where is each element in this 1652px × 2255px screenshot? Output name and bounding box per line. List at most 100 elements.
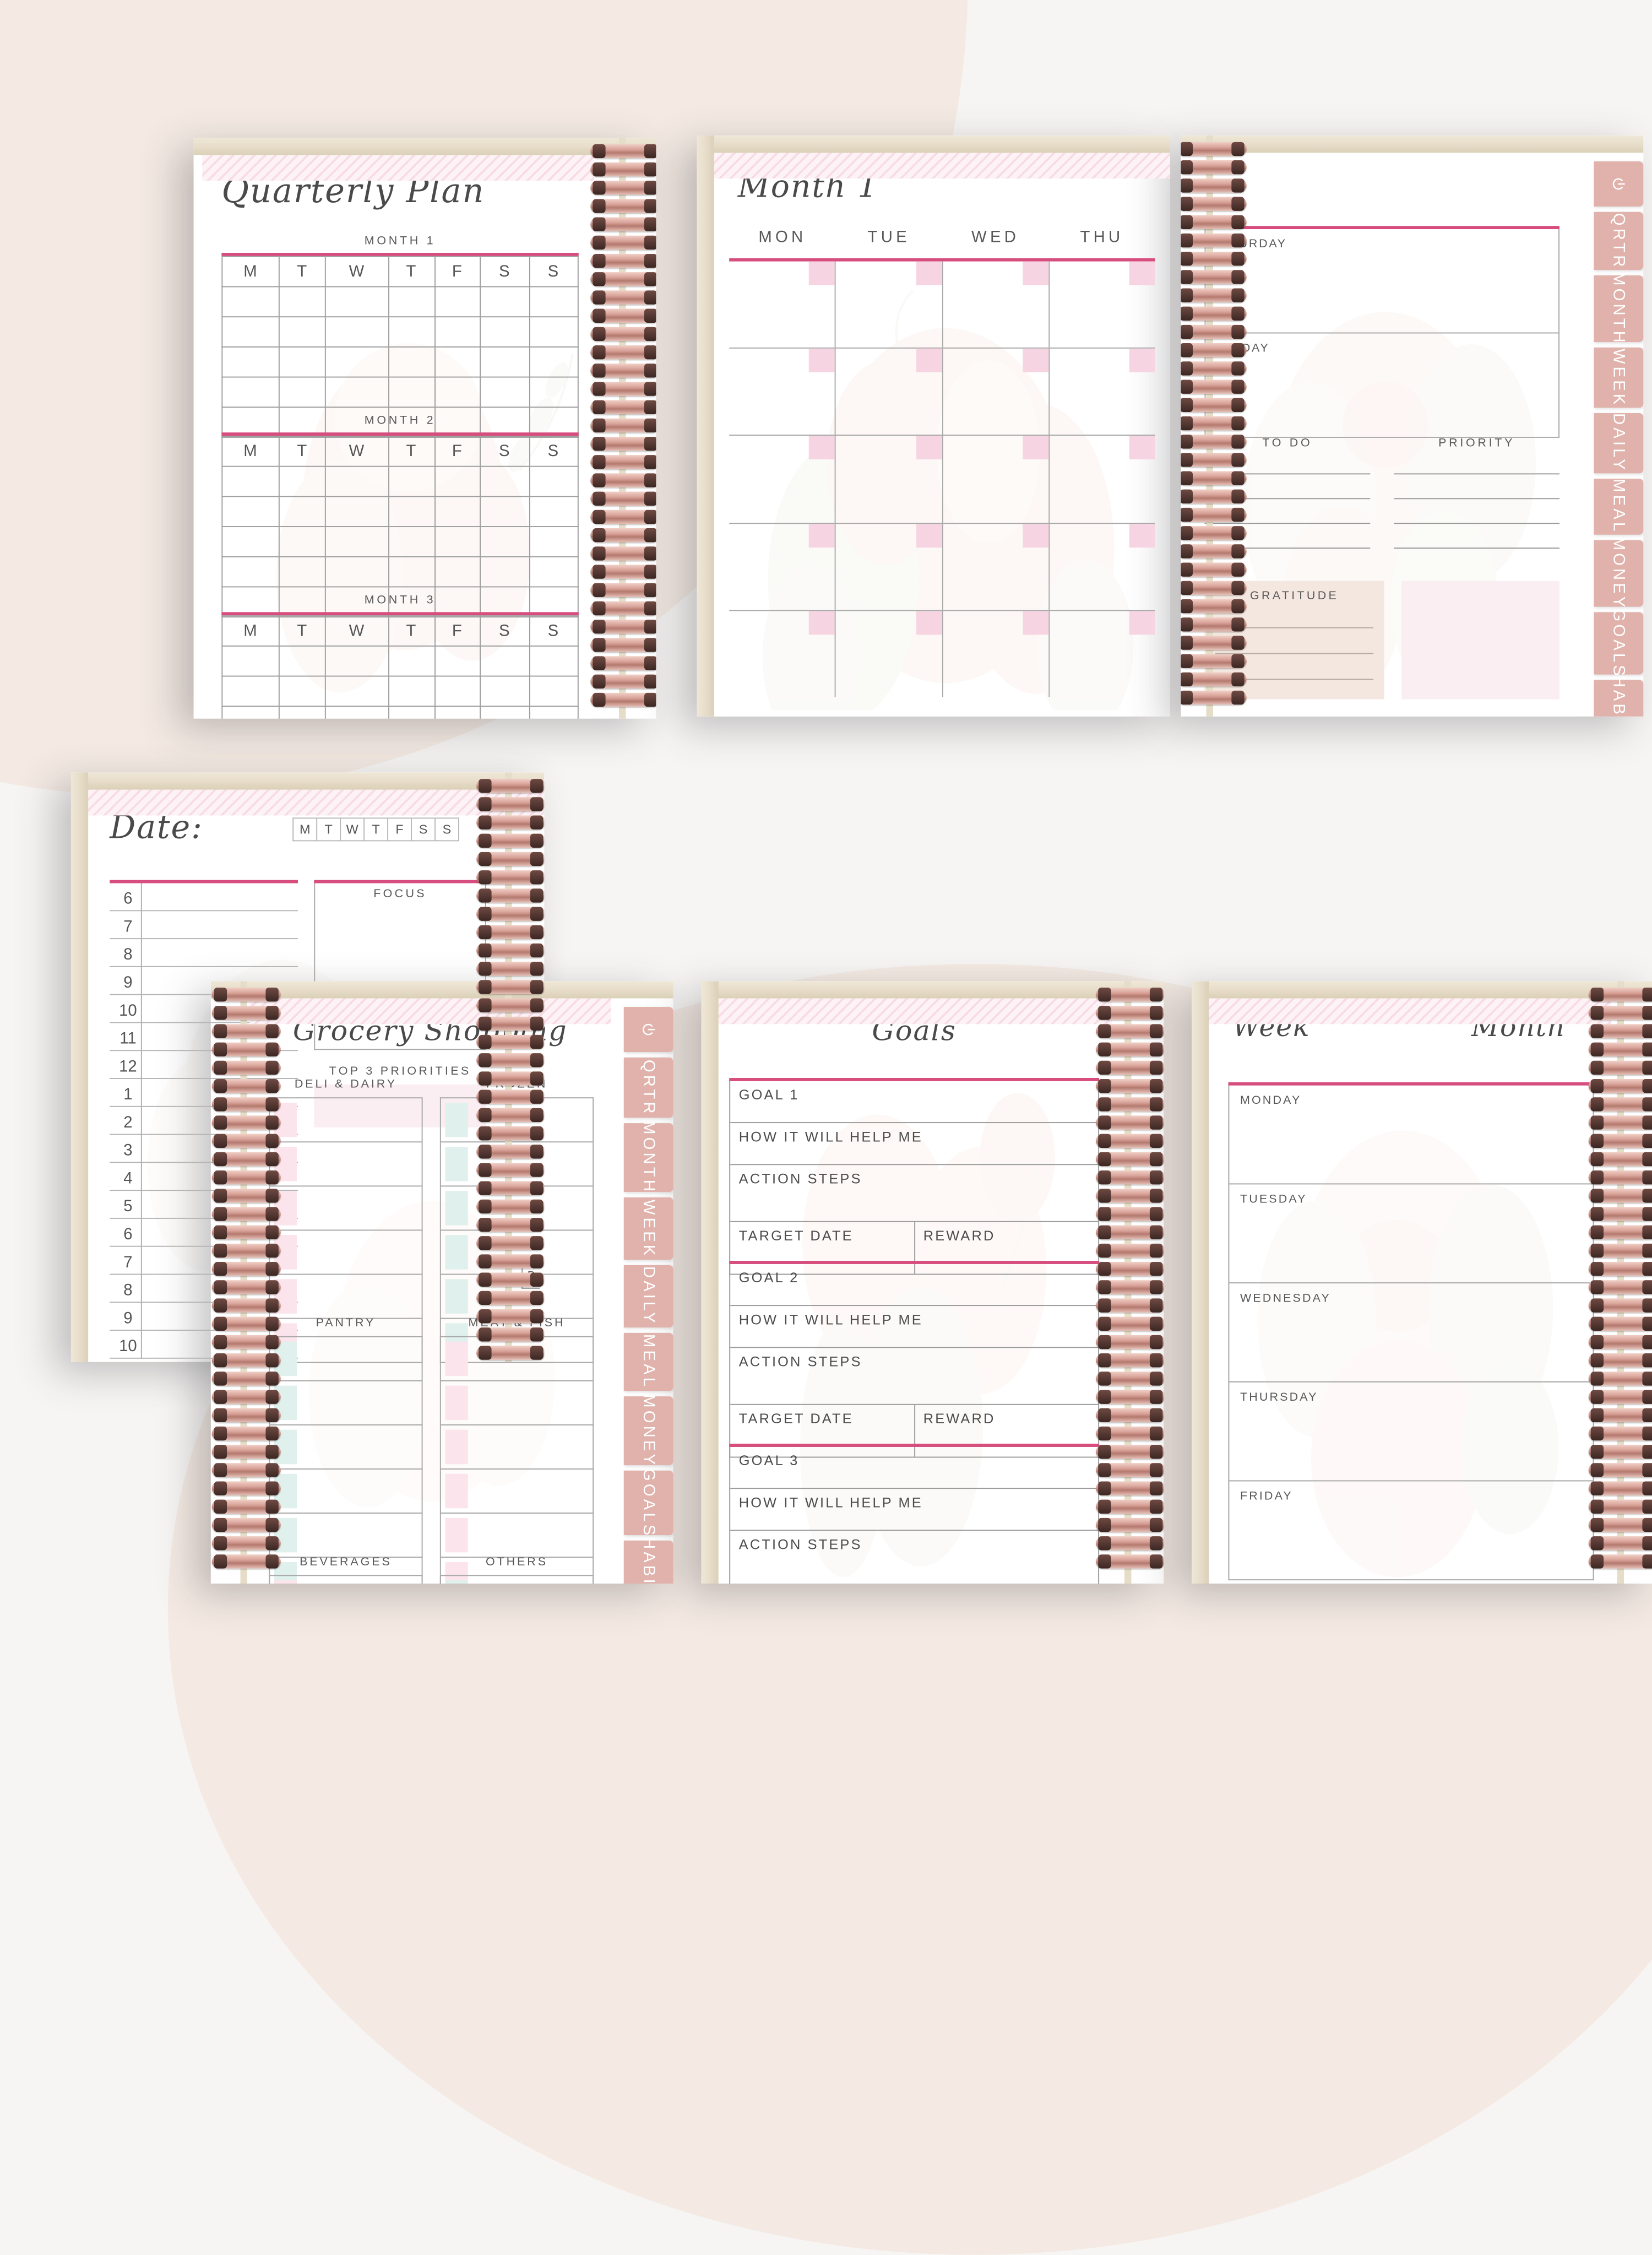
sidebar-item-habits[interactable]: HABITS (623, 1537, 673, 1584)
calendar-cell[interactable] (729, 523, 836, 610)
sidebar-item-qrtr[interactable]: QRTR (623, 1057, 673, 1118)
page-week-month[interactable]: Week Month MONDAY TUESDAY WEDNESDAY THUR… (1192, 981, 1652, 1584)
sidebar-item-daily[interactable]: DAILY (623, 1265, 673, 1328)
grocery-item-row[interactable] (269, 1425, 423, 1470)
grocery-item-row[interactable] (439, 1469, 594, 1514)
page-quarterly-plan[interactable]: Quarterly Plan MONTH 1 M T W T F S S MON… (193, 138, 656, 719)
grocery-item-row[interactable] (269, 1142, 423, 1187)
calendar-week-row[interactable] (729, 523, 1155, 611)
table-row[interactable] (221, 526, 579, 557)
grocery-section-beverages[interactable]: BEVERAGES (269, 1555, 423, 1584)
calendar-cell[interactable] (1050, 349, 1155, 435)
goal-1-help-field[interactable]: HOW IT WILL HELP ME (730, 1123, 1099, 1166)
month-2-grid[interactable]: M T W T F S S (221, 436, 579, 618)
table-row[interactable] (221, 376, 579, 408)
goal-3-action-field[interactable]: ACTION STEPS (730, 1531, 1098, 1584)
table-row[interactable] (221, 496, 579, 528)
grocery-item-row[interactable] (269, 1575, 423, 1584)
weekday-box-m[interactable]: M (292, 817, 317, 842)
weekday-box-s1[interactable]: S (411, 817, 435, 842)
grocery-item-row[interactable] (269, 1275, 423, 1319)
goal-block-3[interactable]: GOAL 3 HOW IT WILL HELP ME ACTION STEPS … (729, 1446, 1100, 1584)
grocery-item-row[interactable] (439, 1575, 594, 1584)
calendar-cell[interactable] (729, 261, 836, 348)
calendar-cell[interactable] (729, 611, 836, 697)
calendar-cell[interactable] (1050, 436, 1155, 523)
calendar-cell[interactable] (729, 349, 836, 435)
goal-3-title-field[interactable]: GOAL 3 (730, 1447, 1099, 1489)
goal-2-title-field[interactable]: GOAL 2 (730, 1264, 1099, 1307)
calendar-cell[interactable] (943, 436, 1050, 523)
grocery-item-row[interactable] (439, 1425, 594, 1470)
grocery-item-row[interactable] (439, 1514, 594, 1558)
sidebar-item-month[interactable]: MONTH (1594, 272, 1644, 345)
month-1-grid[interactable]: M T W T F S S (221, 256, 579, 438)
sidebar-item-habits[interactable]: HABITS (1594, 676, 1644, 717)
calendar-week-row[interactable] (729, 349, 1155, 436)
calendar-cell[interactable] (1050, 523, 1155, 610)
month-3-grid[interactable]: M T W T F S S (221, 615, 579, 719)
sidebar-item-week[interactable]: WEEK (1594, 347, 1644, 408)
sidebar-item-daily[interactable]: DAILY (1594, 413, 1644, 474)
sidebar-item-month[interactable]: MONTH (623, 1121, 673, 1194)
weekday-box-f[interactable]: F (387, 817, 411, 842)
page-month-calendar[interactable]: Month 1 MON TUE WED THU (697, 135, 1170, 717)
page-weekend-todo[interactable]: SATURDAY SUNDAY TO DO PRIORITY (1181, 135, 1644, 717)
grocery-section-others[interactable]: OTHERS (439, 1555, 594, 1584)
sidebar-item-money[interactable]: MONEY (623, 1394, 673, 1467)
goal-block-2[interactable]: GOAL 2 HOW IT WILL HELP ME ACTION STEPS … (729, 1264, 1100, 1458)
priority-section[interactable]: PRIORITY (1394, 437, 1560, 549)
sidebar-item-money[interactable]: MONEY (1594, 537, 1644, 610)
power-icon[interactable] (623, 1007, 673, 1053)
goal-2-help-field[interactable]: HOW IT WILL HELP ME (730, 1306, 1099, 1348)
grocery-item-row[interactable] (269, 1097, 423, 1143)
goal-block-1[interactable]: GOAL 1 HOW IT WILL HELP ME ACTION STEPS … (729, 1081, 1100, 1275)
calendar-cell[interactable] (836, 436, 943, 523)
table-row[interactable] (221, 556, 579, 588)
calendar-week-row[interactable] (729, 261, 1155, 349)
goal-1-title-field[interactable]: GOAL 1 (730, 1081, 1099, 1124)
grocery-item-row[interactable] (269, 1336, 423, 1381)
week-day-friday[interactable]: FRIDAY (1228, 1481, 1594, 1581)
table-row[interactable] (221, 286, 579, 318)
calendar-cell[interactable] (943, 261, 1050, 348)
calendar-cell[interactable] (729, 436, 836, 523)
index-tab-strip[interactable]: QRTR MONTH WEEK DAILY MEAL MONEY GOALS H… (623, 1007, 673, 1584)
week-day-tuesday[interactable]: TUESDAY (1228, 1184, 1594, 1284)
grocery-item-row[interactable] (269, 1381, 423, 1425)
hour-row[interactable]: 6 (110, 883, 298, 912)
calendar-cell[interactable] (836, 523, 943, 610)
table-row[interactable] (221, 465, 579, 497)
goal-2-action-field[interactable]: ACTION STEPS (730, 1348, 1099, 1405)
table-row[interactable] (221, 675, 579, 707)
power-icon[interactable] (1594, 161, 1644, 207)
weekday-box-t1[interactable]: T (316, 817, 340, 842)
week-day-wednesday[interactable]: WEDNESDAY (1228, 1283, 1594, 1383)
grocery-item-row[interactable] (439, 1381, 594, 1425)
grocery-section-pantry[interactable]: PANTRY (269, 1317, 423, 1584)
table-row[interactable] (221, 346, 579, 378)
grocery-item-row[interactable] (269, 1514, 423, 1558)
notes-box[interactable] (1401, 581, 1560, 700)
goal-1-action-field[interactable]: ACTION STEPS (730, 1165, 1099, 1222)
weekday-box-s2[interactable]: S (434, 817, 459, 842)
sidebar-item-meal[interactable]: MEAL (1594, 479, 1644, 535)
weekday-box-t2[interactable]: T (363, 817, 388, 842)
sidebar-item-week[interactable]: WEEK (623, 1197, 673, 1260)
calendar-cell[interactable] (1050, 261, 1155, 348)
page-goals[interactable]: Goals GOAL 1 HOW IT WILL HELP ME ACTION … (701, 981, 1164, 1584)
sunday-block[interactable]: SUNDAY (1204, 333, 1560, 438)
grocery-item-row[interactable] (269, 1469, 423, 1514)
weekday-selector[interactable]: M T W T F S S (292, 817, 459, 842)
hour-row[interactable]: 7 (110, 911, 298, 940)
sidebar-item-qrtr[interactable]: QRTR (1594, 212, 1644, 270)
week-day-monday[interactable]: MONDAY (1228, 1085, 1594, 1185)
calendar-cell[interactable] (943, 611, 1050, 697)
goal-3-help-field[interactable]: HOW IT WILL HELP ME (730, 1489, 1099, 1531)
table-row[interactable] (221, 706, 579, 719)
sidebar-item-goals[interactable]: GOALS (623, 1468, 673, 1538)
sidebar-item-goals[interactable]: GOALS (1594, 609, 1644, 678)
calendar-cell[interactable] (836, 261, 943, 348)
week-day-thursday[interactable]: THURSDAY (1228, 1382, 1594, 1482)
table-row[interactable] (221, 316, 579, 348)
